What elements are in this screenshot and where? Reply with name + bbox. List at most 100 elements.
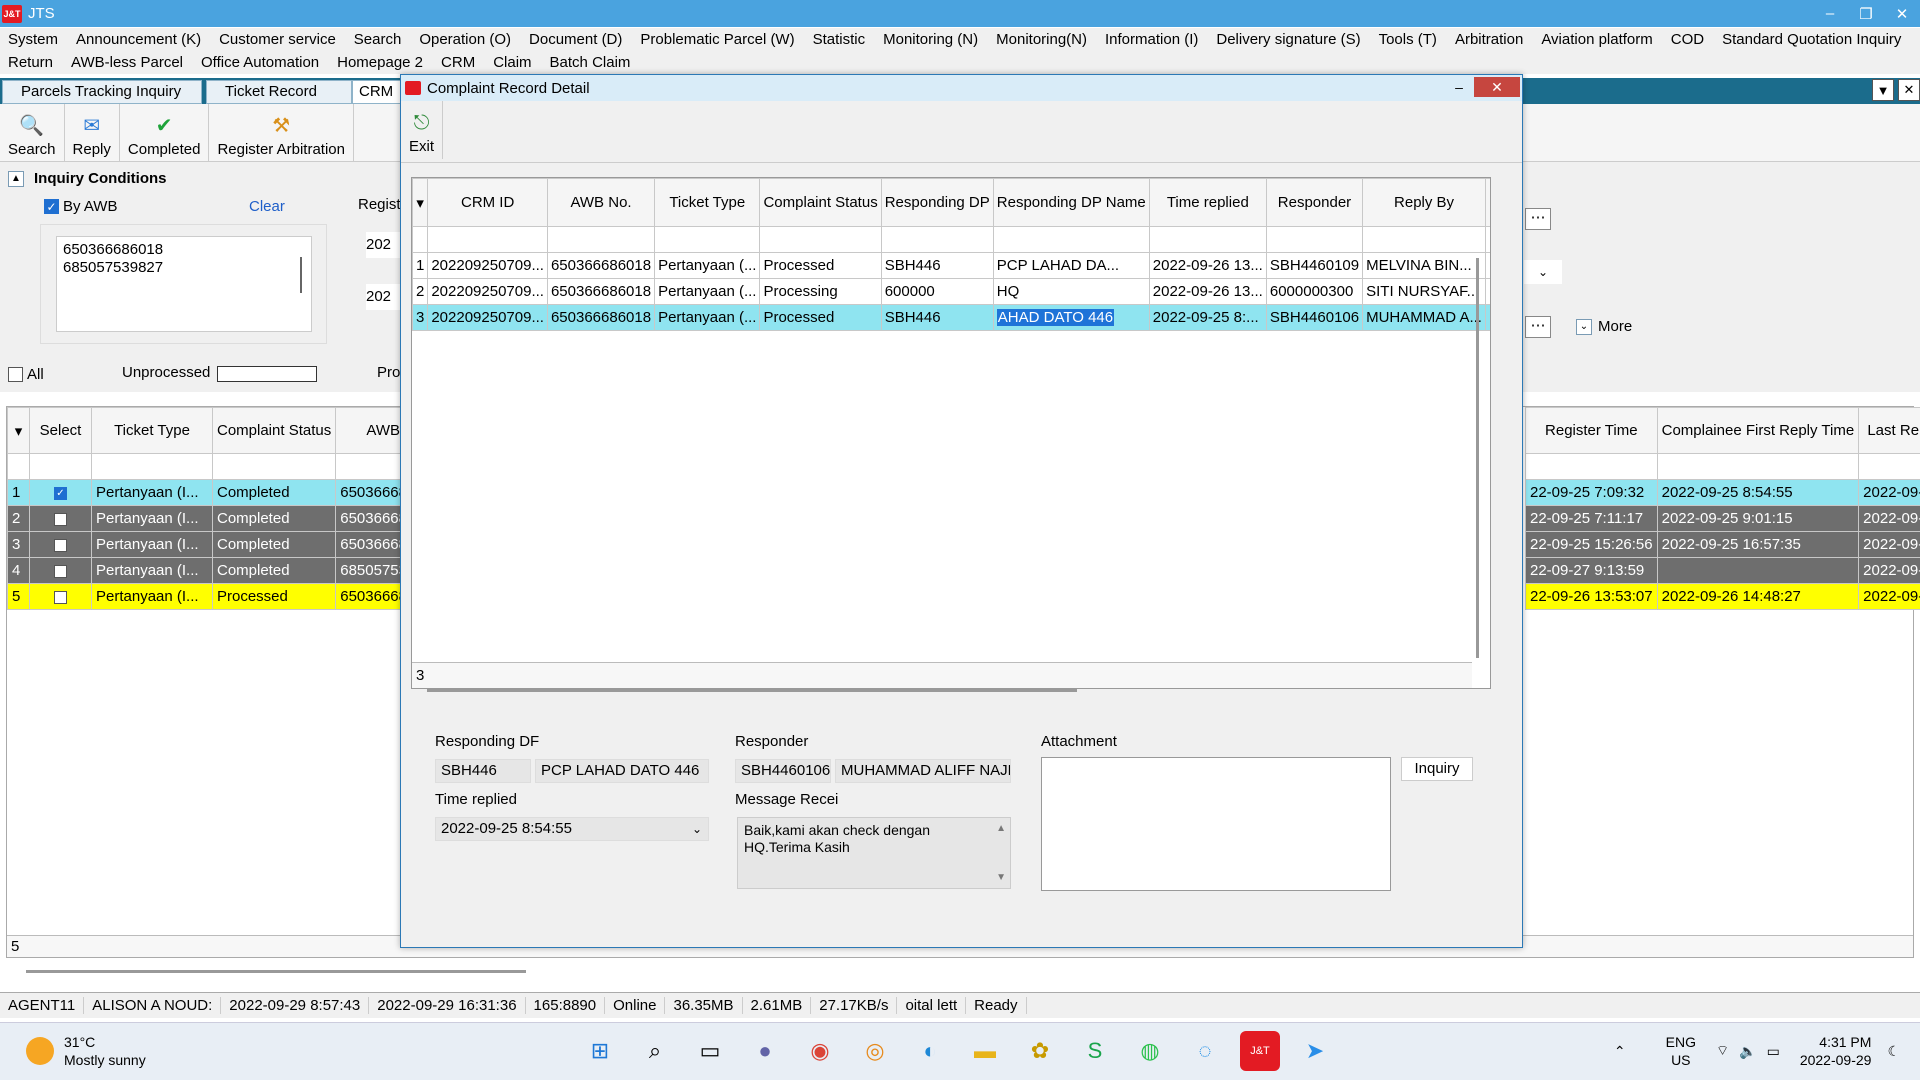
col-crm-id[interactable]: CRM ID [427, 178, 548, 227]
horizontal-scrollbar[interactable] [26, 970, 526, 973]
vertical-scrollbar[interactable] [1476, 258, 1479, 658]
col-responding-dp[interactable]: Responding DP [880, 178, 994, 227]
table-row[interactable]: 22-09-25 7:09:32 2022-09-25 8:54:55 2022-0… [1525, 479, 1920, 506]
wifi-icon[interactable]: ⌔ [1716, 1042, 1729, 1060]
menu-item-row2-2[interactable]: Office Automation [201, 51, 319, 74]
language[interactable]: ENG [1666, 1033, 1696, 1051]
close-tab-icon[interactable]: ✕ [1898, 79, 1920, 101]
menu-item-row1-12[interactable]: Tools (T) [1379, 28, 1437, 51]
keyboard-layout[interactable]: US [1666, 1051, 1696, 1069]
close-icon[interactable]: ✕ [1884, 0, 1920, 27]
search-button[interactable]: 🔍 Search [0, 104, 65, 162]
menu-item-row1-5[interactable]: Document (D) [529, 28, 622, 51]
col-time-replied[interactable]: Time replied [1148, 178, 1267, 227]
scroll-down-icon[interactable]: ▼ [996, 869, 1006, 886]
col-select[interactable]: Select [29, 407, 92, 454]
file-explorer-icon[interactable]: ▬ [965, 1031, 1005, 1071]
col-complaint-status[interactable]: Complaint Status [211, 407, 337, 454]
column-menu-icon[interactable]: ▾ [7, 407, 30, 454]
menu-item-row1-8[interactable]: Monitoring (N) [883, 28, 978, 51]
minimize-icon[interactable]: – [1444, 77, 1474, 97]
clock-time[interactable]: 4:31 PM [1800, 1033, 1871, 1051]
messenger-icon[interactable]: ➤ [1295, 1031, 1335, 1071]
table-row[interactable]: 2 202209250709... 650366686018 Pertanyaan (… [412, 278, 1490, 305]
table-row[interactable]: 22-09-25 7:11:17 2022-09-25 9:01:15 2022-0… [1525, 505, 1920, 532]
table-row[interactable]: 1 ✓ Pertanyaan (I... Completed 65036668601 [7, 479, 447, 506]
clock-date[interactable]: 2022-09-29 [1800, 1051, 1872, 1069]
dp-code-field[interactable]: SBH446 [435, 759, 531, 783]
chevron-up-icon[interactable]: ⌃ [1614, 1043, 1626, 1060]
collapse-icon[interactable]: ▲ [8, 170, 24, 187]
menu-item-row1-15[interactable]: COD [1671, 28, 1704, 51]
time-replied-select[interactable]: 2022-09-25 8:54:55 ⌄ [435, 817, 709, 841]
message-textarea[interactable]: Baik,kami akan check dengan HQ.Terima Ka… [737, 817, 1011, 889]
dp-name-field[interactable]: PCP LAHAD DATO 446 [535, 759, 709, 783]
tab-parcels-tracking[interactable]: Parcels Tracking Inquiry [2, 80, 202, 104]
awb-textarea[interactable]: 650366686018 685057539827 [56, 236, 312, 332]
responder-name-field[interactable]: MUHAMMAD ALIFF NAJMI [835, 759, 1011, 783]
menu-item-row1-9[interactable]: Monitoring(N) [996, 28, 1087, 51]
menu-item-row1-0[interactable]: System [8, 28, 58, 51]
table-row[interactable]: 22-09-26 13:53:07 2022-09-26 14:48:27 2022… [1525, 583, 1920, 610]
notification-icon[interactable]: ☾ [1887, 1043, 1900, 1060]
column-menu-icon[interactable]: ▾ [412, 178, 429, 227]
scroll-up-icon[interactable]: ▲ [996, 820, 1006, 837]
menu-item-row2-4[interactable]: CRM [441, 51, 475, 74]
col-ticket-type[interactable]: Ticket Type [654, 178, 761, 227]
wechat-icon[interactable]: ◍ [1130, 1031, 1170, 1071]
restore-icon[interactable]: ❐ [1848, 0, 1884, 27]
menu-item-row1-1[interactable]: Announcement (K) [76, 28, 201, 51]
exit-button[interactable]: ⎋ Exit [401, 101, 444, 159]
col-responder[interactable]: Responder [1265, 178, 1364, 227]
table-row[interactable]: 5 Pertanyaan (I... Processed 65036668601 [7, 583, 447, 610]
table-row[interactable]: 22-09-25 15:26:56 2022-09-25 16:57:35 2022… [1525, 531, 1920, 558]
menu-item-row1-4[interactable]: Operation (O) [419, 28, 511, 51]
select-checkbox[interactable] [29, 531, 92, 558]
select-checkbox[interactable]: ✓ [29, 479, 92, 506]
end-date[interactable]: 202 [366, 284, 400, 310]
dialog-horizontal-scrollbar[interactable] [427, 689, 1077, 692]
minimize-icon[interactable]: – [1812, 0, 1848, 27]
app-icon[interactable]: ✿ [1020, 1031, 1060, 1071]
menu-item-row1-2[interactable]: Customer service [219, 28, 336, 51]
browser-icon[interactable]: ◎ [855, 1031, 895, 1071]
tab-crm[interactable]: CRM R [352, 80, 402, 122]
start-date[interactable]: 202 [366, 232, 400, 258]
all-checkbox[interactable]: All [8, 366, 44, 383]
menu-item-row1-11[interactable]: Delivery signature (S) [1216, 28, 1360, 51]
menu-item-row2-5[interactable]: Claim [493, 51, 531, 74]
table-row[interactable]: 1 202209250709... 650366686018 Pertanyaan (… [412, 252, 1490, 279]
jt-app-icon[interactable]: J&T [1240, 1031, 1280, 1071]
table-row[interactable]: 22-09-27 9:13:59 2022-09- [1525, 557, 1920, 584]
select-checkbox[interactable] [29, 557, 92, 584]
table-row[interactable]: 4 Pertanyaan (I... Completed 68505753982 [7, 557, 447, 584]
reply-button[interactable]: ✉ Reply [65, 104, 120, 162]
select-checkbox[interactable] [29, 583, 92, 610]
col-complaint-status[interactable]: Complaint Status [759, 178, 882, 227]
register-arbitration-button[interactable]: ⚒ Register Arbitration [209, 104, 354, 162]
select-checkbox[interactable] [29, 505, 92, 532]
edge-icon[interactable]: ◐ [910, 1031, 950, 1071]
volume-icon[interactable]: 🔈 [1739, 1043, 1756, 1060]
table-row[interactable]: 2 Pertanyaan (I... Completed 65036668601 [7, 505, 447, 532]
completed-button[interactable]: ✔ Completed [120, 104, 210, 162]
dropdown-chevron-icon[interactable]: ⌄ [1524, 260, 1562, 284]
clear-link[interactable]: Clear [249, 198, 285, 215]
inquiry-button[interactable]: Inquiry [1401, 757, 1473, 781]
by-awb-checkbox[interactable]: ✓ By AWB [44, 198, 117, 215]
menu-item-row1-10[interactable]: Information (I) [1105, 28, 1198, 51]
more-toggle[interactable]: ⌄ More [1576, 318, 1632, 335]
table-row[interactable]: 3 Pertanyaan (I... Completed 65036668601 [7, 531, 447, 558]
menu-item-row1-6[interactable]: Problematic Parcel (W) [640, 28, 794, 51]
windows-start-icon[interactable]: ⊞ [580, 1031, 620, 1071]
menu-item-row2-3[interactable]: Homepage 2 [337, 51, 423, 74]
weather-widget[interactable]: 31°C Mostly sunny [26, 1033, 146, 1069]
responder-code-field[interactable]: SBH4460106 [735, 759, 831, 783]
battery-icon[interactable]: ▭ [1767, 1043, 1780, 1060]
menu-item-row1-14[interactable]: Aviation platform [1541, 28, 1652, 51]
search-icon[interactable]: ⌕ [635, 1031, 675, 1071]
menu-item-row1-16[interactable]: Standard Quotation Inquiry [1722, 28, 1901, 51]
chrome-icon[interactable]: ◉ [800, 1031, 840, 1071]
teams-chat-icon[interactable]: ● [745, 1031, 785, 1071]
menu-item-row2-1[interactable]: AWB-less Parcel [71, 51, 183, 74]
